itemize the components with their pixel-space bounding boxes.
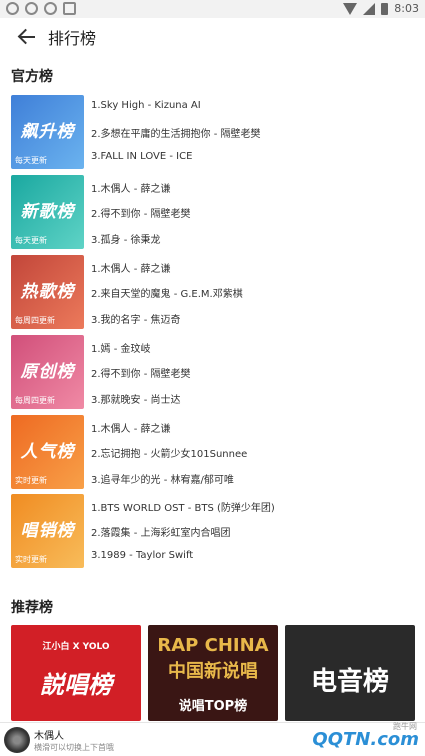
- chart-cover[interactable]: 人气榜实时更新: [11, 415, 84, 489]
- chart-track: 3.FALL IN LOVE - ICE: [91, 151, 193, 162]
- rec-title: 説唱榜: [40, 671, 112, 699]
- rec-title: 说唱TOP榜: [178, 699, 248, 714]
- notification-icon: [6, 2, 19, 15]
- rec-sponsor: 江小白 X YOLO: [42, 642, 110, 652]
- chart-cover[interactable]: 热歌榜每周四更新: [11, 255, 84, 329]
- status-bar: 8:03: [0, 0, 425, 18]
- back-arrow-icon[interactable]: [18, 27, 38, 47]
- chart-track: 1.嫣 - 金玟岐: [91, 344, 151, 355]
- rec-brand: RAP CHINA: [157, 635, 269, 656]
- chart-track: 3.追寻年少的光 - 林宥嘉/郁可唯: [91, 475, 234, 486]
- recommended-chart-rapchina[interactable]: RAP CHINA 中国新说唱 说唱TOP榜: [148, 625, 278, 721]
- chart-cover-title: 热歌榜: [20, 282, 75, 302]
- chart-row[interactable]: 飙升榜每天更新 1.Sky High - Kizuna AI 2.多想在平庸的生活拥…: [11, 95, 416, 169]
- chart-track: 2.得不到你 - 隔壁老樊: [91, 209, 191, 220]
- wifi-icon: [343, 2, 358, 15]
- recommended-chart-rap[interactable]: 江小白 X YOLO 説唱榜: [11, 625, 141, 721]
- chart-track: 1.木偶人 - 薛之谦: [91, 184, 171, 195]
- chart-track: 3.孤身 - 徐秉龙: [91, 235, 161, 246]
- chart-row[interactable]: 唱销榜实时更新 1.BTS WORLD OST - BTS (防弹少年团) 2.落霞…: [11, 494, 416, 568]
- notification-icon: [25, 2, 38, 15]
- chart-track-list: 1.木偶人 - 薛之谦 2.来自天堂的魔鬼 - G.E.M.邓紫棋 3.我的名字 -…: [91, 255, 411, 329]
- chart-update-label: 每周四更新: [15, 316, 55, 325]
- swipe-hint: 横滑可以切换上下首哦: [34, 743, 114, 752]
- official-section-title: 官方榜: [11, 69, 53, 85]
- chart-track: 2.多想在平庸的生活拥抱你 - 隔壁老樊: [91, 129, 261, 140]
- signal-icon: [363, 2, 376, 15]
- recommended-chart-edm[interactable]: 电音榜: [285, 625, 415, 721]
- chart-cover-title: 人气榜: [20, 442, 75, 462]
- now-playing-title: 木偶人: [34, 731, 64, 742]
- chart-row[interactable]: 热歌榜每周四更新 1.木偶人 - 薛之谦 2.来自天堂的魔鬼 - G.E.M.邓紫棋…: [11, 255, 416, 329]
- chart-cover[interactable]: 新歌榜每天更新: [11, 175, 84, 249]
- battery-icon: [381, 2, 389, 15]
- app-bar: 排行榜: [0, 18, 425, 56]
- chart-update-label: 每天更新: [15, 156, 47, 165]
- chart-track-list: 1.木偶人 - 薛之谦 2.得不到你 - 隔壁老樊 3.孤身 - 徐秉龙: [91, 175, 411, 249]
- chart-update-label: 实时更新: [15, 476, 47, 485]
- status-time: 8:03: [394, 2, 419, 15]
- chart-cover-title: 新歌榜: [20, 202, 75, 222]
- page-title: 排行榜: [48, 29, 97, 48]
- chart-track-list: 1.Sky High - Kizuna AI 2.多想在平庸的生活拥抱你 - 隔壁…: [91, 95, 411, 169]
- watermark-logo: 跑牛网 QQTN.com: [312, 722, 419, 750]
- chart-cover[interactable]: 唱销榜实时更新: [11, 494, 84, 568]
- chart-track: 1.BTS WORLD OST - BTS (防弹少年团): [91, 503, 275, 514]
- watermark-site: 跑牛网: [393, 722, 417, 731]
- chart-track: 3.1989 - Taylor Swift: [91, 550, 194, 561]
- chart-track-list: 1.嫣 - 金玟岐 2.得不到你 - 隔壁老樊 3.那就晚安 - 尚士达: [91, 335, 411, 409]
- rec-title: 电音榜: [310, 667, 389, 697]
- notification-icons: [6, 2, 76, 15]
- chart-track-list: 1.BTS WORLD OST - BTS (防弹少年团) 2.落霞集 - 上海彩…: [91, 494, 411, 568]
- chart-cover[interactable]: 飙升榜每天更新: [11, 95, 84, 169]
- chart-track: 3.那就晚安 - 尚士达: [91, 395, 181, 406]
- chart-row[interactable]: 新歌榜每天更新 1.木偶人 - 薛之谦 2.得不到你 - 隔壁老樊 3.孤身 - 徐秉…: [11, 175, 416, 249]
- chart-track: 1.Sky High - Kizuna AI: [91, 100, 201, 111]
- chart-cover-title: 原创榜: [20, 362, 75, 382]
- chart-row[interactable]: 人气榜实时更新 1.木偶人 - 薛之谦 2.忘记拥抱 - 火箭少女101Sunnee…: [11, 415, 416, 489]
- mini-player[interactable]: 木偶人 横滑可以切换上下首哦 跑牛网 QQTN.com: [0, 722, 425, 756]
- chart-track: 2.忘记拥抱 - 火箭少女101Sunnee: [91, 449, 248, 460]
- notification-icon: [63, 2, 76, 15]
- watermark-text: QQTN.com: [312, 729, 419, 750]
- chart-track: 2.来自天堂的魔鬼 - G.E.M.邓紫棋: [91, 289, 243, 300]
- chart-track: 2.落霞集 - 上海彩虹室内合唱团: [91, 528, 231, 539]
- chart-update-label: 每周四更新: [15, 396, 55, 405]
- chart-cover[interactable]: 原创榜每周四更新: [11, 335, 84, 409]
- chart-track-list: 1.木偶人 - 薛之谦 2.忘记拥抱 - 火箭少女101Sunnee 3.追寻年少的…: [91, 415, 411, 489]
- notification-icon: [44, 2, 57, 15]
- chart-track: 1.木偶人 - 薛之谦: [91, 264, 171, 275]
- recommended-section-title: 推荐榜: [11, 600, 53, 616]
- chart-cover-title: 飙升榜: [20, 122, 75, 142]
- chart-update-label: 实时更新: [15, 555, 47, 564]
- chart-cover-title: 唱销榜: [20, 521, 75, 541]
- chart-update-label: 每天更新: [15, 236, 47, 245]
- album-avatar: [4, 727, 30, 753]
- chart-track: 1.木偶人 - 薛之谦: [91, 424, 171, 435]
- rec-subbrand: 中国新说唱: [168, 661, 258, 682]
- chart-row[interactable]: 原创榜每周四更新 1.嫣 - 金玟岐 2.得不到你 - 隔壁老樊 3.那就晚安 - 尚…: [11, 335, 416, 409]
- chart-track: 2.得不到你 - 隔壁老樊: [91, 369, 191, 380]
- chart-track: 3.我的名字 - 焦迈奇: [91, 315, 181, 326]
